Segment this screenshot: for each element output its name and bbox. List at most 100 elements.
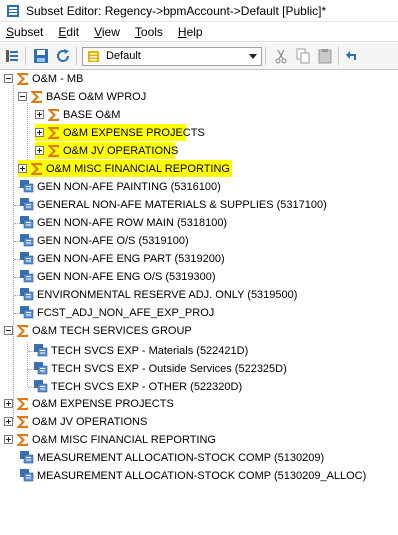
sigma-icon — [48, 144, 59, 157]
element-icon — [20, 469, 34, 482]
tree-node-label: BASE O&M WPROJ — [46, 90, 147, 103]
tree-leaf-fcst-adj[interactable]: FCST_ADJ_NON_AFE_EXP_PROJ — [20, 304, 214, 321]
tree-leaf-gen-eng-part[interactable]: GEN NON-AFE ENG PART (5319200) — [20, 250, 225, 267]
menu-edit-rest: dit — [66, 24, 80, 39]
expand-toggle[interactable] — [35, 128, 44, 137]
tree-node-label: FCST_ADJ_NON_AFE_EXP_PROJ — [37, 306, 215, 319]
tree-leaf-measurement-alloc[interactable]: MEASUREMENT ALLOCATION-STOCK COMP (51302… — [20, 467, 366, 484]
tree-node-om-misc-financial-2[interactable]: O&M MISC FINANCIAL REPORTING — [4, 431, 216, 448]
element-icon — [20, 288, 34, 301]
toolbar: Default — [0, 43, 398, 70]
element-icon — [20, 234, 34, 247]
tree-node-label: GEN NON-AFE ENG O/S (5319300) — [37, 270, 216, 283]
tree-node-label: O&M TECH SERVICES GROUP — [32, 324, 192, 337]
tree-node-base-om-wproj[interactable]: BASE O&M WPROJ — [18, 88, 146, 105]
expand-toggle[interactable] — [18, 164, 27, 173]
menu-subset[interactable]: Subset — [0, 25, 52, 39]
expand-toggle[interactable] — [35, 110, 44, 119]
collapse-toggle[interactable] — [18, 92, 27, 101]
tree-node-om-mb[interactable]: O&M - MB — [4, 70, 83, 87]
sigma-icon — [31, 162, 42, 175]
tree-node-om-misc-financial[interactable]: O&M MISC FINANCIAL REPORTING — [18, 160, 232, 177]
menu-help[interactable]: Help — [172, 25, 212, 39]
element-icon — [34, 344, 48, 357]
tree-node-om-jv-operations[interactable]: O&M JV OPERATIONS — [35, 142, 179, 159]
tree-node-label: MEASUREMENT ALLOCATION-STOCK COMP (51302… — [37, 469, 367, 482]
scissors-icon — [275, 49, 287, 64]
menu-help-rest: elp — [186, 24, 203, 39]
element-icon — [20, 198, 34, 211]
paste-icon — [318, 49, 332, 64]
element-icon — [20, 306, 34, 319]
tree-leaf-gen-row-main[interactable]: GEN NON-AFE ROW MAIN (5318100) — [20, 214, 227, 231]
tree-node-label: GEN NON-AFE PAINTING (5316100) — [37, 180, 221, 193]
save-icon — [34, 49, 48, 63]
menu-tools[interactable]: Tools — [129, 25, 172, 39]
expand-toggle[interactable] — [35, 146, 44, 155]
menu-tools-rest: ools — [140, 24, 163, 39]
tree-connector — [27, 103, 28, 166]
tree-node-om-tech-services[interactable]: O&M TECH SERVICES GROUP — [4, 322, 192, 339]
tree-leaf-tech-materials[interactable]: TECH SVCS EXP - Materials (522421D) — [34, 342, 248, 359]
tree-node-label: BASE O&M — [63, 108, 121, 121]
menu-edit[interactable]: Edit — [52, 25, 88, 39]
tree-leaf-env-reserve[interactable]: ENVIRONMENTAL RESERVE ADJ. ONLY (5319500… — [20, 286, 297, 303]
toolbar-separator — [338, 47, 339, 65]
tree-node-label: O&M - MB — [32, 72, 84, 85]
cut-button[interactable] — [271, 46, 291, 66]
tree-node-label: MEASUREMENT ALLOCATION-STOCK COMP (51302… — [37, 451, 325, 464]
tree-leaf-gen-painting[interactable]: GEN NON-AFE PAINTING (5316100) — [20, 178, 221, 195]
tree-leaf-general-materials[interactable]: GENERAL NON-AFE MATERIALS & SUPPLIES (53… — [20, 196, 327, 213]
tree-node-om-jv-operations-2[interactable]: O&M JV OPERATIONS — [4, 413, 147, 430]
tree-leaf-gen-os[interactable]: GEN NON-AFE O/S (5319100) — [20, 232, 189, 249]
element-icon — [20, 216, 34, 229]
tree-node-label: O&M MISC FINANCIAL REPORTING — [46, 162, 230, 175]
tree-node-label: O&M EXPENSE PROJECTS — [63, 126, 205, 139]
collapse-toggle[interactable] — [4, 74, 13, 83]
expand-toggle[interactable] — [4, 417, 13, 426]
sigma-icon — [17, 324, 28, 337]
tree-leaf-tech-other[interactable]: TECH SVCS EXP - OTHER (522320D) — [34, 378, 242, 395]
subset-tree[interactable]: O&M - MB BASE O&M WPROJ BASE O&M O&M EXP… — [0, 70, 398, 535]
tree-node-label: GEN NON-AFE O/S (5319100) — [37, 234, 189, 247]
menu-subset-mnemonic: S — [6, 24, 15, 39]
undo-button[interactable] — [344, 46, 358, 66]
chevron-down-icon[interactable] — [245, 48, 261, 65]
menu-help-mnemonic: H — [177, 24, 187, 39]
menu-subset-rest: ubset — [14, 24, 44, 39]
expand-toggle[interactable] — [4, 399, 13, 408]
toolbar-separator — [25, 47, 26, 65]
tree-node-label: O&M EXPENSE PROJECTS — [32, 397, 174, 410]
toolbar-separator — [76, 47, 77, 65]
subset-dropdown[interactable]: Default — [82, 46, 262, 66]
menu-view[interactable]: View — [88, 25, 129, 39]
app-icon — [7, 4, 19, 17]
tree-node-label: O&M JV OPERATIONS — [63, 144, 179, 157]
copy-button[interactable] — [293, 46, 313, 66]
sigma-icon — [48, 126, 59, 139]
copy-icon — [296, 48, 310, 64]
tree-node-label: TECH SVCS EXP - Outside Services (522325… — [51, 362, 287, 375]
tree-node-om-expense-projects[interactable]: O&M EXPENSE PROJECTS — [35, 124, 205, 141]
refresh-button[interactable] — [53, 46, 73, 66]
tree-leaf-measurement-stock[interactable]: MEASUREMENT ALLOCATION-STOCK COMP (51302… — [20, 449, 324, 466]
save-button[interactable] — [31, 46, 51, 66]
new-subset-button[interactable] — [2, 46, 22, 66]
tree-node-om-expense-projects-2[interactable]: O&M EXPENSE PROJECTS — [4, 395, 174, 412]
sigma-icon — [17, 433, 28, 446]
sigma-icon — [17, 72, 28, 85]
element-icon — [34, 362, 48, 375]
tree-node-base-om[interactable]: BASE O&M — [35, 106, 120, 123]
tree-connector — [13, 85, 14, 421]
menu-bar: Subset Edit View Tools Help — [0, 22, 398, 42]
refresh-icon — [57, 49, 69, 62]
expand-toggle[interactable] — [4, 435, 13, 444]
subset-dropdown-value: Default — [106, 50, 141, 62]
tree-connector — [27, 342, 28, 387]
tree-leaf-gen-eng-os[interactable]: GEN NON-AFE ENG O/S (5319300) — [20, 268, 216, 285]
paste-button[interactable] — [315, 46, 335, 66]
collapse-toggle[interactable] — [4, 326, 13, 335]
tree-leaf-tech-outside[interactable]: TECH SVCS EXP - Outside Services (522325… — [34, 360, 287, 377]
sigma-icon — [31, 90, 42, 103]
new-subset-icon — [6, 50, 18, 62]
